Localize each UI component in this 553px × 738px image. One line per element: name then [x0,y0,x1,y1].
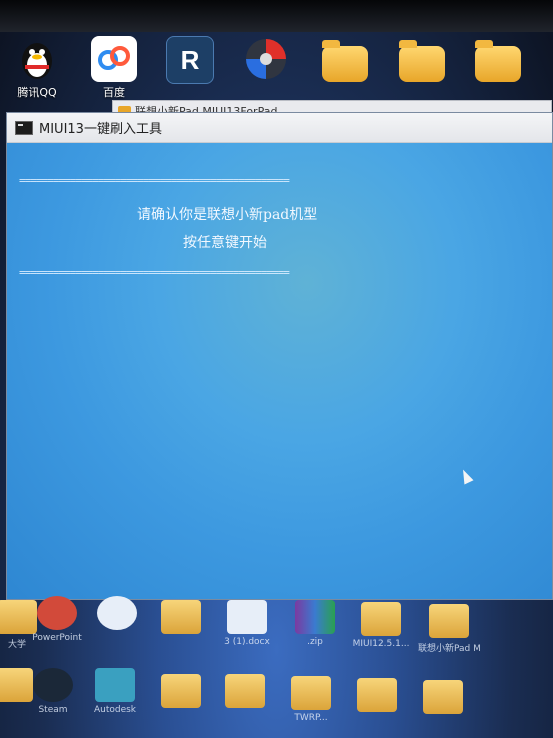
desktop-icon[interactable]: TWRP... [280,676,342,723]
desktop-icon-folder[interactable] [463,36,533,82]
folder-icon [161,600,201,634]
desktop-icon[interactable] [412,680,474,717]
folder-icon [161,674,201,708]
desktop-icon-steam[interactable]: Steam [22,668,84,715]
folder-icon [322,40,368,82]
desktop-icon-autodesk[interactable]: Autodesk [84,668,146,715]
desktop-icon-label: 百度 [103,86,125,99]
desktop-icon-folder[interactable]: 联想小新Pad MIUI13... [418,604,480,654]
desktop-icon-folder[interactable] [387,36,457,82]
screen-bezel [0,0,553,32]
folder-icon [357,678,397,712]
desktop-icon-label: 联想小新Pad MIUI13... [418,644,480,654]
desktop-icon[interactable] [214,674,276,711]
baidu-netdisk-icon [91,36,137,82]
desktop-icon-docx[interactable]: 3 (1).docx [216,600,278,647]
qq-penguin-icon [14,36,60,82]
desktop-icon-label: 3 (1).docx [224,637,270,647]
desktop-icon[interactable] [150,674,212,711]
desktop-icon-media[interactable] [231,36,301,82]
desktop-icon[interactable] [150,600,212,637]
console-message: 请确认你是联想小新pad机型 [137,207,318,223]
media-disc-icon [243,36,289,82]
desktop-icon-label: TWRP... [294,713,328,723]
desktop-icon-powerpoint[interactable]: PowerPoint [26,596,88,643]
desktop-icon-qq[interactable]: 腾讯QQ [2,36,72,100]
desktop-icon-label: 腾讯QQ [17,86,57,99]
desktop-icon-label: Steam [38,705,68,715]
folder-icon [429,604,469,638]
steam-icon [33,668,73,702]
revit-icon: R [166,36,214,84]
desktop-icon-label: MIUI12.5.1... [352,639,410,649]
folder-icon [361,602,401,636]
console-window[interactable]: MIUI13一键刷入工具 ===========================… [6,112,553,600]
desktop-icon-folder[interactable] [310,36,380,82]
powerpoint-icon [37,596,77,630]
folder-icon [475,40,521,82]
console-message: 按任意键开始 [183,235,267,251]
autodesk-icon [95,668,135,702]
winrar-icon [295,600,335,634]
docx-icon [227,600,267,634]
app-icon [97,596,137,630]
desktop-icon-zip[interactable]: .zip [284,600,346,647]
separator-line: ========================================… [19,174,290,187]
desktop-icon[interactable] [346,678,408,715]
console-title: MIUI13一键刷入工具 [39,122,162,137]
folder-icon [225,674,265,708]
terminal-icon [15,120,33,135]
desktop-icon-revit[interactable]: R [155,36,225,84]
console-titlebar[interactable]: MIUI13一键刷入工具 [7,113,552,143]
desktop-icon[interactable] [86,596,148,633]
console-output[interactable]: ========================================… [7,144,552,599]
desktop-icon-label: Autodesk [93,705,137,715]
desktop-icon-folder[interactable]: MIUI12.5.1... [350,602,412,649]
desktop-icon-baidu[interactable]: 百度 [79,36,149,100]
folder-icon [423,680,463,714]
desktop-icon-label: .zip [307,637,323,647]
folder-icon [399,40,445,82]
folder-icon [291,676,331,710]
desktop-icon-label: PowerPoint [32,633,82,643]
separator-line: ========================================… [19,266,290,279]
